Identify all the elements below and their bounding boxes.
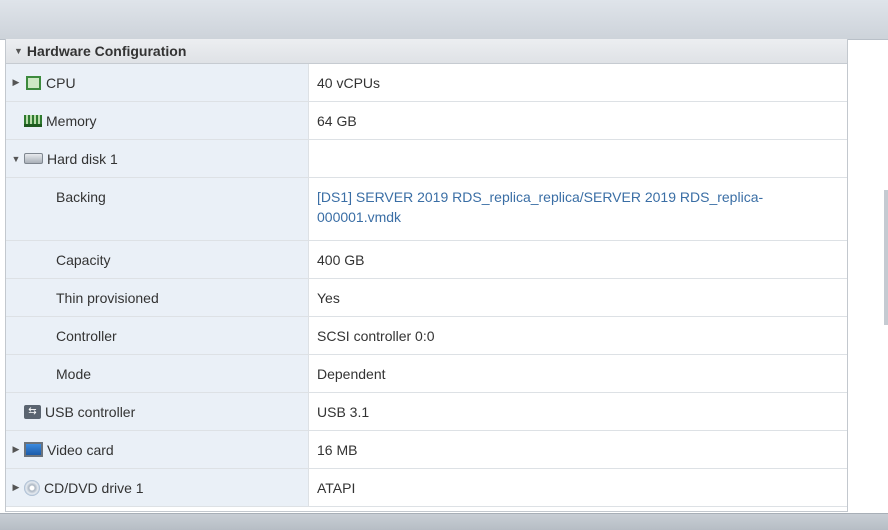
backing-link[interactable]: [DS1] SERVER 2019 RDS_replica_replica/SE… bbox=[309, 178, 847, 240]
cpu-value: 40 vCPUs bbox=[317, 74, 381, 91]
expand-arrow-icon[interactable]: ▶ bbox=[8, 77, 24, 88]
expand-arrow-icon[interactable]: ▶ bbox=[8, 444, 24, 455]
row-cpu: ▶ CPU 40 vCPUs bbox=[6, 64, 847, 102]
memory-value: 64 GB bbox=[317, 112, 357, 129]
cpu-label: CPU bbox=[46, 74, 76, 91]
cddvd-label: CD/DVD drive 1 bbox=[44, 479, 144, 496]
mode-value: Dependent bbox=[317, 365, 386, 382]
collapse-arrow-icon[interactable]: ▼ bbox=[8, 154, 24, 164]
row-controller: Controller SCSI controller 0:0 bbox=[6, 317, 847, 355]
usb-value: USB 3.1 bbox=[317, 403, 370, 420]
section-header[interactable]: ▼ Hardware Configuration bbox=[6, 39, 847, 64]
row-thin-provisioned: Thin provisioned Yes bbox=[6, 279, 847, 317]
usb-icon: ⇆ bbox=[24, 404, 41, 419]
scrollbar[interactable] bbox=[884, 190, 888, 325]
row-hard-disk: ▼ Hard disk 1 bbox=[6, 140, 847, 178]
thin-provisioned-label: Thin provisioned bbox=[56, 289, 159, 306]
cpu-icon bbox=[26, 75, 41, 90]
memory-icon bbox=[24, 114, 42, 127]
mode-label: Mode bbox=[56, 365, 92, 382]
usb-label: USB controller bbox=[45, 403, 136, 420]
row-backing: Backing [DS1] SERVER 2019 RDS_replica_re… bbox=[6, 178, 847, 241]
top-toolbar bbox=[0, 0, 888, 40]
controller-value: SCSI controller 0:0 bbox=[317, 327, 435, 344]
memory-label: Memory bbox=[46, 112, 97, 129]
controller-label: Controller bbox=[56, 327, 117, 344]
row-mode: Mode Dependent bbox=[6, 355, 847, 393]
capacity-value: 400 GB bbox=[317, 251, 365, 268]
row-cd-dvd-drive: ▶ CD/DVD drive 1 ATAPI bbox=[6, 469, 847, 507]
video-label: Video card bbox=[47, 441, 114, 458]
hard-disk-label: Hard disk 1 bbox=[47, 150, 118, 167]
cddvd-value: ATAPI bbox=[317, 479, 356, 496]
section-title: Hardware Configuration bbox=[26, 43, 187, 59]
collapse-arrow-icon[interactable]: ▼ bbox=[14, 46, 23, 56]
row-capacity: Capacity 400 GB bbox=[6, 241, 847, 279]
bottom-bar bbox=[0, 513, 888, 530]
thin-provisioned-value: Yes bbox=[317, 289, 340, 306]
capacity-label: Capacity bbox=[56, 251, 111, 268]
hardware-configuration-panel: ▼ Hardware Configuration ▶ CPU 40 vCPUs … bbox=[5, 39, 848, 512]
row-usb-controller: ▶ ⇆ USB controller USB 3.1 bbox=[6, 393, 847, 431]
hard-disk-value bbox=[309, 140, 847, 177]
cd-dvd-icon bbox=[24, 479, 40, 496]
video-card-icon bbox=[24, 442, 43, 457]
expand-arrow-icon[interactable]: ▶ bbox=[8, 482, 24, 493]
hard-disk-icon bbox=[24, 153, 43, 164]
row-memory: ▶ Memory 64 GB bbox=[6, 102, 847, 140]
row-video-card: ▶ Video card 16 MB bbox=[6, 431, 847, 469]
video-value: 16 MB bbox=[317, 441, 358, 458]
backing-label: Backing bbox=[56, 189, 106, 205]
